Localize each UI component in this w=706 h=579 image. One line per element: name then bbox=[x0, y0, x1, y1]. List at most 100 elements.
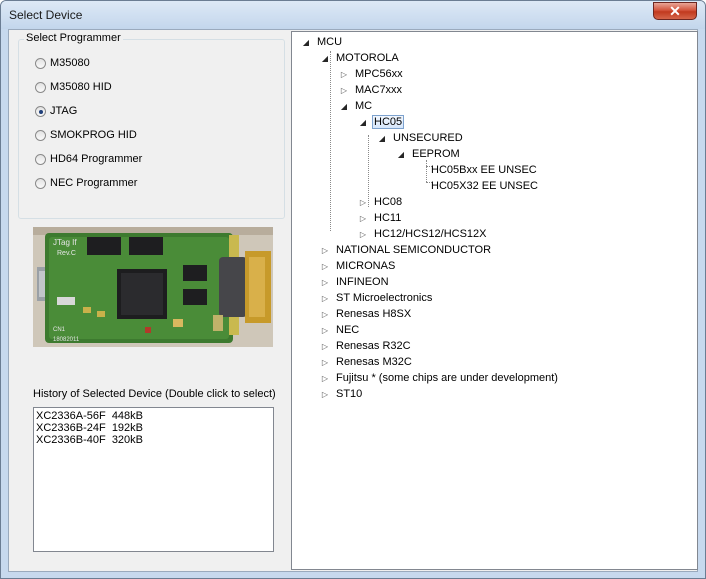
expanded-arrow-icon[interactable]: ◢ bbox=[396, 147, 406, 162]
radio-label: M35080 bbox=[50, 57, 90, 69]
tree-node-label: INFINEON bbox=[336, 276, 389, 288]
collapsed-arrow-icon[interactable]: ▷ bbox=[339, 83, 349, 98]
programmer-group-title: Select Programmer bbox=[24, 32, 123, 44]
tree-node-hc05bxx[interactable]: HC05Bxx EE UNSEC bbox=[429, 163, 539, 178]
tree-node-label: MPC56xx bbox=[355, 68, 403, 80]
radio-label: SMOKPROG HID bbox=[50, 129, 137, 141]
close-button[interactable]: ✕ bbox=[653, 2, 697, 20]
tree-node-hc08[interactable]: ▷ HC08 bbox=[360, 195, 404, 210]
collapsed-arrow-icon[interactable]: ▷ bbox=[358, 211, 368, 226]
radio-label: M35080 HID bbox=[50, 81, 112, 93]
tree-node-label: MOTOROLA bbox=[336, 52, 399, 64]
radio-circle-icon bbox=[35, 106, 46, 117]
radio-label: JTAG bbox=[50, 105, 78, 117]
tree-node-label: HC05Bxx EE UNSEC bbox=[431, 164, 537, 176]
board-silk-label: 18082011 bbox=[53, 337, 80, 343]
collapsed-arrow-icon[interactable]: ▷ bbox=[320, 371, 330, 386]
programmer-board-image: JTag If Rev.C CN1 18082011 bbox=[33, 227, 273, 347]
tree-node-label: MAC7xxx bbox=[355, 84, 403, 96]
collapsed-arrow-icon[interactable]: ▷ bbox=[358, 227, 368, 242]
tree-node-mac7xxx[interactable]: ▷ MAC7xxx bbox=[341, 83, 404, 98]
tree-node-national[interactable]: ▷ NATIONAL SEMICONDUCTOR bbox=[322, 243, 493, 258]
radio-circle-icon bbox=[35, 82, 46, 93]
tree-node-label: HC08 bbox=[374, 196, 403, 208]
tree-line bbox=[426, 160, 427, 182]
tree-node-label: MCU bbox=[317, 36, 343, 48]
tree-node-label: HC05 bbox=[372, 115, 405, 129]
expanded-arrow-icon[interactable]: ◢ bbox=[358, 115, 368, 130]
tree-node-label: HC11 bbox=[374, 212, 402, 224]
tree-node-nec[interactable]: ▷ NEC bbox=[322, 323, 361, 338]
history-listbox[interactable]: XC2336A-56F 448kB XC2336B-24F 192kB XC23… bbox=[33, 407, 274, 552]
collapsed-arrow-icon[interactable]: ▷ bbox=[339, 67, 349, 82]
window-title: Select Device bbox=[9, 8, 83, 22]
tree-node-renesas-r32c[interactable]: ▷ Renesas R32C bbox=[322, 339, 413, 354]
collapsed-arrow-icon[interactable]: ▷ bbox=[320, 387, 330, 402]
tree-line bbox=[330, 51, 331, 231]
close-icon: ✕ bbox=[669, 3, 681, 19]
tree-node-unsecured[interactable]: ◢ UNSECURED bbox=[379, 131, 465, 146]
tree-node-label: NEC bbox=[336, 324, 360, 336]
collapsed-arrow-icon[interactable]: ▷ bbox=[320, 355, 330, 370]
tree-node-label: HC05X32 EE UNSEC bbox=[431, 180, 538, 192]
collapsed-arrow-icon[interactable]: ▷ bbox=[320, 323, 330, 338]
tree-node-label: ST Microelectronics bbox=[336, 292, 433, 304]
history-item[interactable]: XC2336B-40F 320kB bbox=[36, 434, 271, 446]
tree-node-fujitsu[interactable]: ▷ Fujitsu * (some chips are under develop… bbox=[322, 371, 560, 386]
tree-node-mc[interactable]: ◢ MC bbox=[341, 99, 374, 114]
dialog-body: Select Programmer M35080 M35080 HID JTAG… bbox=[8, 29, 698, 572]
board-silk-label: Rev.C bbox=[57, 250, 76, 257]
collapsed-arrow-icon[interactable]: ▷ bbox=[320, 243, 330, 258]
select-device-window: Select Device ✕ Select Programmer M35080… bbox=[0, 0, 706, 579]
radio-circle-icon bbox=[35, 130, 46, 141]
tree-node-label: HC12/HCS12/HCS12X bbox=[374, 228, 487, 240]
collapsed-arrow-icon[interactable]: ▷ bbox=[320, 259, 330, 274]
history-label: History of Selected Device (Double click… bbox=[33, 388, 276, 400]
radio-circle-icon bbox=[35, 154, 46, 165]
board-silk-label: CN1 bbox=[53, 327, 66, 333]
collapsed-arrow-icon[interactable]: ▷ bbox=[320, 339, 330, 354]
title-bar[interactable]: Select Device ✕ bbox=[1, 1, 705, 29]
programmer-groupbox: Select Programmer M35080 M35080 HID JTAG… bbox=[18, 32, 285, 219]
tree-node-st10[interactable]: ▷ ST10 bbox=[322, 387, 364, 402]
radio-circle-icon bbox=[35, 178, 46, 189]
radio-label: NEC Programmer bbox=[50, 177, 138, 189]
tree-node-hc05x32[interactable]: HC05X32 EE UNSEC bbox=[429, 179, 540, 194]
radio-circle-icon bbox=[35, 58, 46, 69]
tree-node-hc11[interactable]: ▷ HC11 bbox=[360, 211, 403, 226]
tree-node-label: EEPROM bbox=[412, 148, 460, 160]
tree-node-label: Renesas M32C bbox=[336, 356, 412, 368]
collapsed-arrow-icon[interactable]: ▷ bbox=[358, 195, 368, 210]
tree-node-renesas-h8sx[interactable]: ▷ Renesas H8SX bbox=[322, 307, 413, 322]
tree-node-label: UNSECURED bbox=[393, 132, 463, 144]
device-tree[interactable]: ◢ MCU ◢ MOTOROLA ▷ MPC56xx ▷ MAC7xxx ◢ MC ◢ HC… bbox=[291, 31, 698, 570]
tree-node-infineon[interactable]: ▷ INFINEON bbox=[322, 275, 391, 290]
tree-node-hc12[interactable]: ▷ HC12/HCS12/HCS12X bbox=[360, 227, 489, 242]
tree-node-renesas-m32c[interactable]: ▷ Renesas M32C bbox=[322, 355, 414, 370]
expanded-arrow-icon[interactable]: ◢ bbox=[301, 35, 311, 50]
tree-node-motorola[interactable]: ◢ MOTOROLA bbox=[322, 51, 401, 66]
tree-node-eeprom[interactable]: ◢ EEPROM bbox=[398, 147, 462, 162]
board-silk-label: JTag If bbox=[53, 238, 77, 247]
tree-node-label: NATIONAL SEMICONDUCTOR bbox=[336, 244, 492, 256]
tree-node-mpc56xx[interactable]: ▷ MPC56xx bbox=[341, 67, 405, 82]
tree-node-label: Renesas R32C bbox=[336, 340, 411, 352]
collapsed-arrow-icon[interactable]: ▷ bbox=[320, 275, 330, 290]
collapsed-arrow-icon[interactable]: ▷ bbox=[320, 291, 330, 306]
tree-node-mcu[interactable]: ◢ MCU bbox=[303, 35, 344, 50]
history-item[interactable]: XC2336A-56F 448kB bbox=[36, 410, 271, 422]
expanded-arrow-icon[interactable]: ◢ bbox=[320, 51, 330, 66]
tree-node-label: MICRONAS bbox=[336, 260, 396, 272]
tree-node-label: MC bbox=[355, 100, 373, 112]
tree-node-micronas[interactable]: ▷ MICRONAS bbox=[322, 259, 397, 274]
collapsed-arrow-icon[interactable]: ▷ bbox=[320, 307, 330, 322]
tree-node-label: Fujitsu * (some chips are under developm… bbox=[336, 372, 558, 384]
tree-node-st[interactable]: ▷ ST Microelectronics bbox=[322, 291, 434, 306]
expanded-arrow-icon[interactable]: ◢ bbox=[377, 131, 387, 146]
history-item[interactable]: XC2336B-24F 192kB bbox=[36, 422, 271, 434]
tree-node-label: Renesas H8SX bbox=[336, 308, 412, 320]
tree-node-hc05[interactable]: ◢ HC05 bbox=[360, 115, 405, 130]
radio-label: HD64 Programmer bbox=[50, 153, 143, 165]
tree-line bbox=[368, 135, 369, 207]
expanded-arrow-icon[interactable]: ◢ bbox=[339, 99, 349, 114]
